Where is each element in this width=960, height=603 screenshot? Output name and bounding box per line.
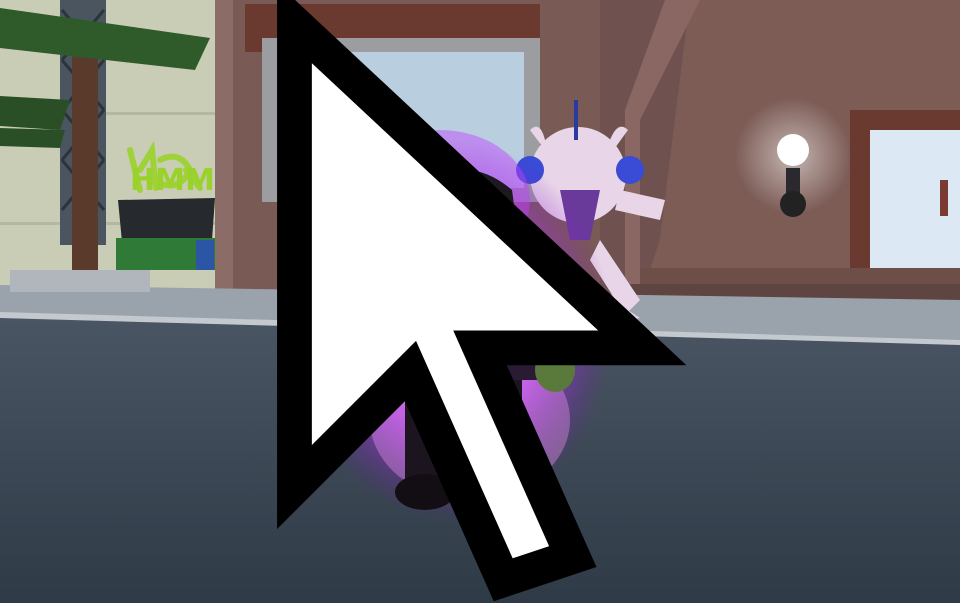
game-viewport[interactable]: R P D HMM bbox=[0, 0, 960, 603]
mouse-cursor-icon bbox=[277, 0, 687, 602]
